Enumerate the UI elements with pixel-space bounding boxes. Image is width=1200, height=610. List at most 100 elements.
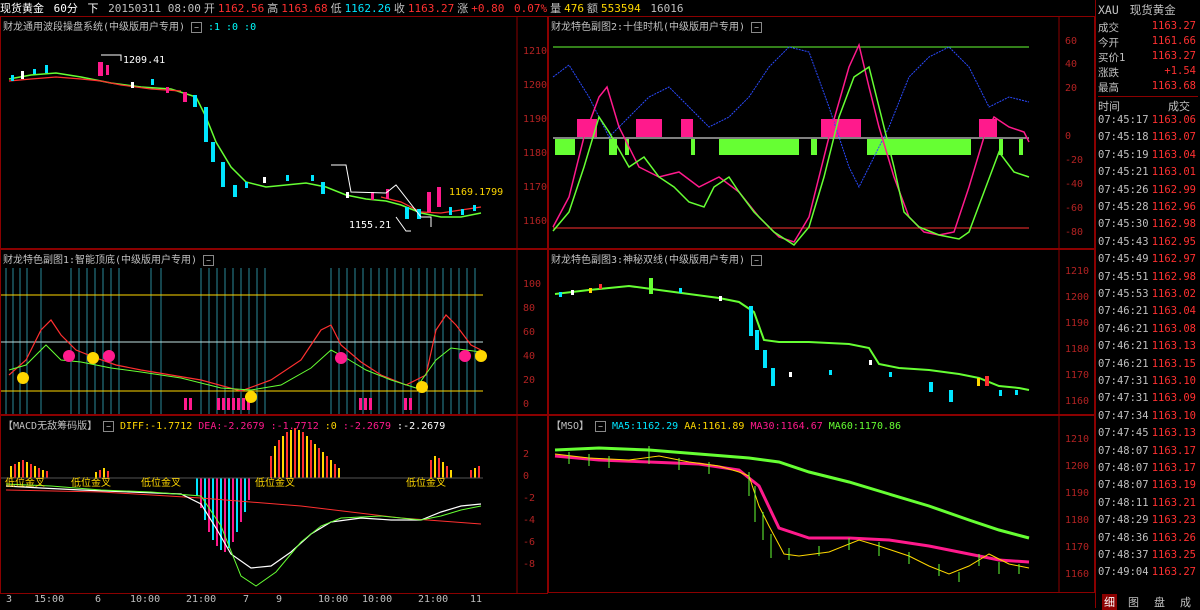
quote-panel: XAU 现货黄金 成交 1163.27 今开 1161.66 买价1 1163.… — [1095, 0, 1200, 610]
y-tick: -6 — [523, 537, 536, 548]
symbol-name[interactable]: 现货黄金 — [0, 0, 44, 16]
y-tick: 60 — [1065, 36, 1078, 47]
tick-row: 07:45:17 1163.06 — [1098, 114, 1198, 128]
macd-annotation: 低位金叉 — [141, 478, 181, 489]
quote-header: XAU 现货黄金 — [1098, 2, 1198, 18]
tick-price: 1163.04 — [1151, 148, 1196, 161]
right3-chart-svg[interactable] — [549, 416, 1095, 593]
tick-price: 1163.19 — [1151, 479, 1196, 492]
y-tick: 1160 — [1065, 396, 1090, 407]
tick-row: 07:46:21 1163.15 — [1098, 358, 1198, 372]
main-band-line-3 — [395, 216, 411, 232]
tick-price: 1162.98 — [1151, 218, 1196, 231]
tick-list[interactable]: 07:45:17 1163.06 07:45:18 1163.07 07:45:19 11… — [1096, 114, 1200, 594]
tick-time: 07:47:45 — [1098, 427, 1149, 440]
tick-row: 07:45:26 1162.99 — [1098, 184, 1198, 198]
right3-ma30-line — [554, 454, 1030, 564]
quote-row-label: 成交 — [1098, 22, 1119, 34]
tick-price: 1163.07 — [1151, 131, 1196, 144]
main-chart-panel[interactable]: 财龙通用波段操盘系统(中级版用户专用) − :1 :0 :0 1209.41 1… — [0, 16, 548, 249]
tick-row: 07:48:37 1163.25 — [1098, 549, 1198, 563]
tick-row: 07:45:51 1162.98 — [1098, 271, 1198, 285]
y-tick: 1170 — [1065, 370, 1090, 381]
sub1-red-line — [8, 314, 482, 392]
macd-chart-svg[interactable] — [1, 416, 548, 594]
tick-row: 07:45:19 1163.04 — [1098, 149, 1198, 163]
tick-price: 1163.08 — [1151, 322, 1196, 335]
tick-header-price: 成交 — [1168, 100, 1190, 113]
amount-label: 额 — [587, 2, 599, 15]
tick-time: 07:45:53 — [1098, 288, 1149, 300]
tick-time: 07:47:34 — [1098, 409, 1149, 422]
right3-panel[interactable]: 【MSO】 − MA5:1162.29 AA:1161.89 MA30:1164… — [548, 415, 1095, 593]
main-band-line-2 — [101, 54, 122, 61]
tick-row: 07:48:11 1163.21 — [1098, 497, 1198, 511]
tick-price: 1163.27 — [1151, 566, 1196, 579]
y-tick: 40 — [523, 351, 536, 362]
y-tick: 1180.0 — [523, 148, 548, 159]
tick-row: 07:45:43 1162.95 — [1098, 236, 1198, 250]
y-tick: 2 — [523, 449, 530, 460]
right2-panel[interactable]: 财龙特色副图3:神秘双线(中级版用户专用) − 1210 1200 1190 1… — [548, 249, 1095, 415]
tick-price: 1163.06 — [1151, 114, 1196, 126]
open-label: 开 — [203, 2, 215, 15]
y-tick: -20 — [1065, 155, 1084, 166]
tick-time: 07:49:04 — [1098, 566, 1149, 579]
y-tick: -4 — [523, 515, 536, 526]
tick-row: 07:48:07 1163.19 — [1098, 479, 1198, 493]
tick-time: 07:46:21 — [1098, 340, 1149, 353]
open-value: 1162.56 — [217, 2, 265, 15]
mode-label: 下 — [87, 2, 99, 15]
tick-time: 07:45:43 — [1098, 235, 1149, 248]
tick-price: 1163.10 — [1151, 409, 1196, 422]
period-label[interactable]: 60分 — [54, 0, 78, 16]
quote-row: 成交 1163.27 — [1098, 20, 1198, 35]
sub1-chart-svg[interactable] — [1, 250, 548, 415]
tick-row: 07:47:31 1163.09 — [1098, 392, 1198, 406]
y-tick: -80 — [1065, 227, 1084, 238]
tick-time: 07:46:21 — [1098, 322, 1149, 335]
right1-up-bars — [577, 119, 997, 137]
tick-price: 1162.97 — [1151, 253, 1196, 266]
tick-row: 07:47:45 1163.13 — [1098, 427, 1198, 441]
y-tick: -2 — [523, 493, 536, 504]
tick-time: 07:48:07 — [1098, 462, 1149, 474]
bottom-tabs: 细 图 盘 成 — [1096, 594, 1200, 610]
y-tick: 1160.0 — [523, 216, 548, 227]
x-axis: 3 15:00 6 10:00 21:00 7 9 10:00 10:00 21… — [0, 594, 548, 608]
right1-down-bars — [555, 139, 1023, 155]
y-tick: 1170.0 — [523, 182, 548, 193]
y-tick: 1180 — [1065, 515, 1090, 526]
close-value: 1163.27 — [407, 2, 455, 15]
sub1-panel[interactable]: 财龙特色副图1:智能顶底(中级版用户专用) − 100 80 60 40 20 … — [0, 249, 548, 415]
tick-time: 07:45:19 — [1098, 148, 1149, 161]
tick-time: 07:47:31 — [1098, 392, 1149, 405]
change-pct: 0.07% — [514, 2, 548, 15]
x-tick: 9 — [276, 594, 283, 605]
tick-row: 07:45:28 1162.96 — [1098, 201, 1198, 215]
x-tick: 3 — [6, 594, 13, 605]
tick-time: 07:46:21 — [1098, 305, 1149, 318]
tick-table-header: 时间 成交 — [1098, 96, 1198, 113]
macd-panel[interactable]: 【MACD无敌筹码版】 − DIFF:-1.7712 DEA:-2.2679 :… — [0, 415, 548, 594]
tick-row: 07:46:21 1163.08 — [1098, 323, 1198, 337]
tick-price: 1163.17 — [1151, 462, 1196, 474]
x-tick: 10:00 — [130, 594, 161, 605]
tick-price: 1163.23 — [1151, 514, 1196, 527]
tick-time: 07:45:28 — [1098, 201, 1149, 213]
right1-chart-svg[interactable] — [549, 17, 1095, 249]
right2-candles — [559, 278, 1018, 402]
quote-row: 买价1 1163.27 — [1098, 50, 1198, 65]
main-chart-svg[interactable] — [1, 17, 548, 249]
tick-row: 07:45:49 1162.97 — [1098, 253, 1198, 267]
change-label: 涨 — [457, 2, 469, 15]
quote-row-value: 1163.27 — [1151, 50, 1196, 62]
tick-row: 07:46:21 1163.13 — [1098, 340, 1198, 354]
right2-chart-svg[interactable] — [549, 250, 1095, 415]
tick-price: 1163.04 — [1151, 305, 1196, 318]
quote-row-label: 涨跌 — [1098, 67, 1119, 79]
y-tick: 1160 — [1065, 569, 1090, 580]
volume-value: 476 — [564, 2, 585, 15]
right1-panel[interactable]: 财龙特色副图2:十佳时机(中级版用户专用) − 60 40 20 0 -20 -… — [548, 16, 1095, 249]
change-value: +0.80 — [471, 2, 505, 15]
